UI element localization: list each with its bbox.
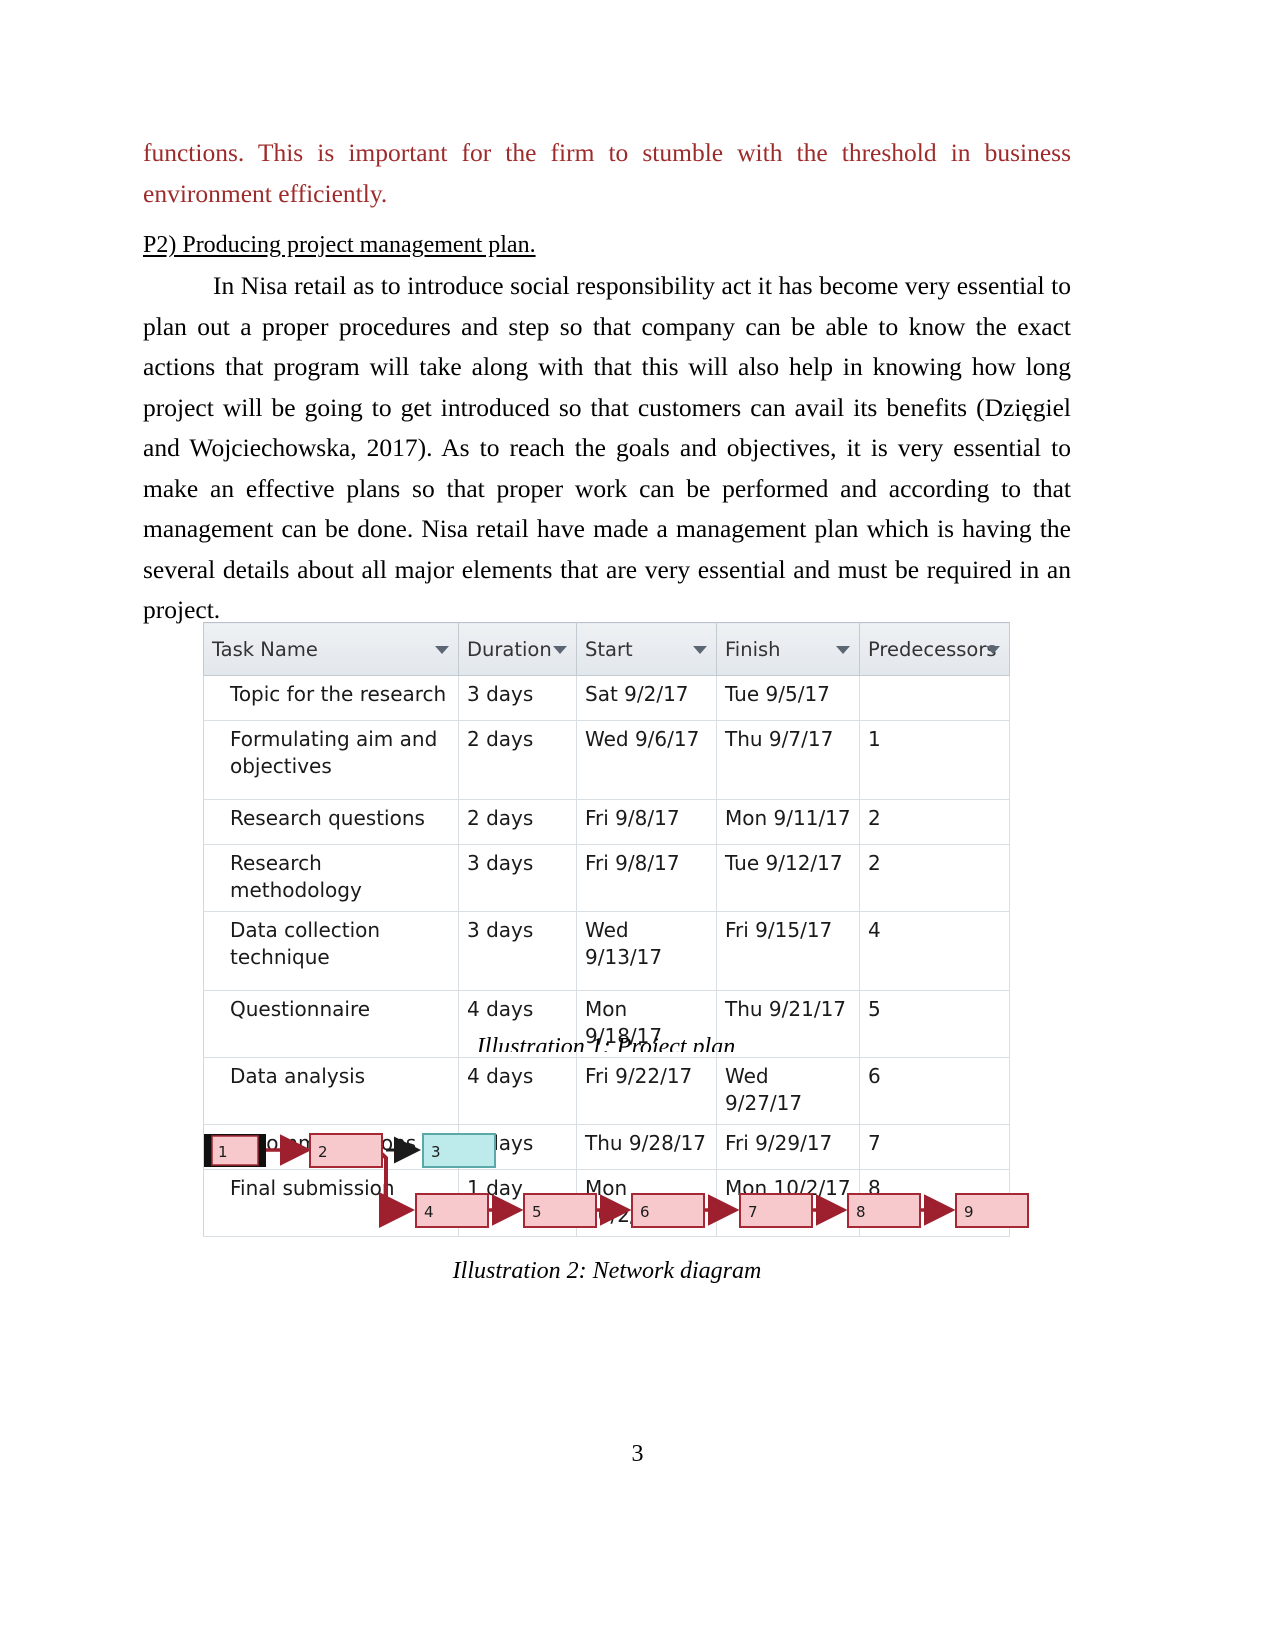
cell-task-name[interactable]: Research questions: [203, 799, 459, 845]
network-node-5-label: 5: [532, 1203, 542, 1221]
illustration-1-caption: Illustration 1: Project plan: [476, 1034, 736, 1052]
filter-dropdown-icon[interactable]: [693, 646, 707, 654]
illustration-1-caption-clipped: Illustration 1: Project plan: [203, 1030, 1009, 1052]
cell-predecessors[interactable]: 2: [859, 844, 1010, 912]
network-node-2-label: 2: [318, 1143, 328, 1161]
column-header-predecessors[interactable]: Predecessors: [859, 622, 1010, 676]
column-header-label: Duration: [467, 638, 552, 661]
cell-finish[interactable]: Tue 9/5/17: [716, 675, 860, 721]
cell-task-name[interactable]: Topic for the research: [203, 675, 459, 721]
cell-start[interactable]: Fri 9/8/17: [576, 844, 717, 912]
network-node-6[interactable]: 6: [631, 1193, 705, 1228]
cell-duration[interactable]: 3 days: [458, 911, 577, 991]
cell-duration[interactable]: 4 days: [458, 1057, 577, 1125]
network-node-8[interactable]: 8: [847, 1193, 921, 1228]
network-node-6-label: 6: [640, 1203, 650, 1221]
network-node-1-label: 1: [218, 1143, 228, 1161]
network-node-7[interactable]: 7: [739, 1193, 813, 1228]
column-header-finish[interactable]: Finish: [716, 622, 860, 676]
column-header-duration[interactable]: Duration: [458, 622, 577, 676]
cell-predecessors[interactable]: 1: [859, 720, 1010, 800]
table-row[interactable]: Research methodology 3 days Fri 9/8/17 Tue …: [203, 844, 1010, 912]
paragraph-project-management-plan: In Nisa retail as to introduce social re…: [143, 271, 1071, 624]
illustration-2-caption: Illustration 2: Network diagram: [452, 1258, 762, 1284]
cell-finish[interactable]: Thu 9/7/17: [716, 720, 860, 800]
column-header-label: Task Name: [212, 638, 318, 661]
network-node-2[interactable]: 2: [309, 1133, 383, 1168]
network-node-8-label: 8: [856, 1203, 866, 1221]
edge-2-to-4: [378, 1150, 415, 1228]
network-diagram-figure: 1 2 3 4 5 6 7 8 9: [190, 1118, 1030, 1238]
filter-dropdown-icon[interactable]: [553, 646, 567, 654]
cell-finish[interactable]: Tue 9/12/17: [716, 844, 860, 912]
document-body: functions. This is important for the fir…: [143, 133, 1071, 631]
column-header-task-name[interactable]: Task Name: [203, 622, 459, 676]
network-node-5[interactable]: 5: [523, 1193, 597, 1228]
section-heading-p2: P2) Producing project management plan.: [143, 232, 536, 258]
cell-predecessors[interactable]: 4: [859, 911, 1010, 991]
cell-task-name[interactable]: Data collection technique: [203, 911, 459, 991]
cell-predecessors[interactable]: 6: [859, 1057, 1010, 1125]
cell-start[interactable]: Sat 9/2/17: [576, 675, 717, 721]
page-number: 3: [631, 1441, 644, 1467]
column-header-label: Finish: [725, 638, 781, 661]
cell-finish[interactable]: Fri 9/15/17: [716, 911, 860, 991]
column-header-label: Predecessors: [868, 638, 997, 661]
network-node-4-label: 4: [424, 1203, 434, 1221]
cell-finish[interactable]: Wed 9/27/17: [716, 1057, 860, 1125]
cell-start[interactable]: Wed 9/6/17: [576, 720, 717, 800]
network-node-9-label: 9: [964, 1203, 974, 1221]
table-row[interactable]: Topic for the research 3 days Sat 9/2/17 Tu…: [203, 675, 1010, 721]
table-row[interactable]: Data analysis 4 days Fri 9/22/17 Wed 9/27/1…: [203, 1057, 1010, 1125]
table-row[interactable]: Data collection technique 3 days Wed 9/13/…: [203, 911, 1010, 991]
document-page: functions. This is important for the fir…: [0, 0, 1275, 1650]
cell-duration[interactable]: 2 days: [458, 799, 577, 845]
cell-start[interactable]: Fri 9/22/17: [576, 1057, 717, 1125]
filter-dropdown-icon[interactable]: [836, 646, 850, 654]
network-node-9[interactable]: 9: [955, 1193, 1029, 1228]
column-header-start[interactable]: Start: [576, 622, 717, 676]
network-node-1[interactable]: 1: [204, 1134, 266, 1167]
cell-predecessors[interactable]: [859, 675, 1010, 721]
cell-task-name[interactable]: Formulating aim and objectives: [203, 720, 459, 800]
illustration-2-caption-wrap: Illustration 2: Network diagram: [143, 1258, 1071, 1285]
network-diagram-svg: 1 2 3 4 5 6 7 8 9: [204, 1133, 1029, 1228]
cell-start[interactable]: Fri 9/8/17: [576, 799, 717, 845]
network-node-3-label: 3: [431, 1143, 441, 1161]
column-header-label: Start: [585, 638, 633, 661]
table-row[interactable]: Research questions 2 days Fri 9/8/17 Mon 9/…: [203, 799, 1010, 845]
cell-task-name[interactable]: Data analysis: [203, 1057, 459, 1125]
cell-duration[interactable]: 3 days: [458, 675, 577, 721]
cell-finish[interactable]: Mon 9/11/17: [716, 799, 860, 845]
network-node-4[interactable]: 4: [415, 1193, 489, 1228]
network-node-3[interactable]: 3: [422, 1133, 496, 1168]
filter-dropdown-icon[interactable]: [986, 646, 1000, 654]
cell-task-name[interactable]: Research methodology: [203, 844, 459, 912]
filter-dropdown-icon[interactable]: [435, 646, 449, 654]
cell-start[interactable]: Wed 9/13/17: [576, 911, 717, 991]
table-header-row: Task Name Duration Start Finish Predeces…: [203, 622, 1010, 676]
cell-duration[interactable]: 3 days: [458, 844, 577, 912]
network-node-7-label: 7: [748, 1203, 758, 1221]
cell-duration[interactable]: 2 days: [458, 720, 577, 800]
paragraph-red-continuation: functions. This is important for the fir…: [143, 138, 1071, 208]
cell-predecessors[interactable]: 2: [859, 799, 1010, 845]
table-row[interactable]: Formulating aim and objectives 2 days Wed …: [203, 720, 1010, 800]
